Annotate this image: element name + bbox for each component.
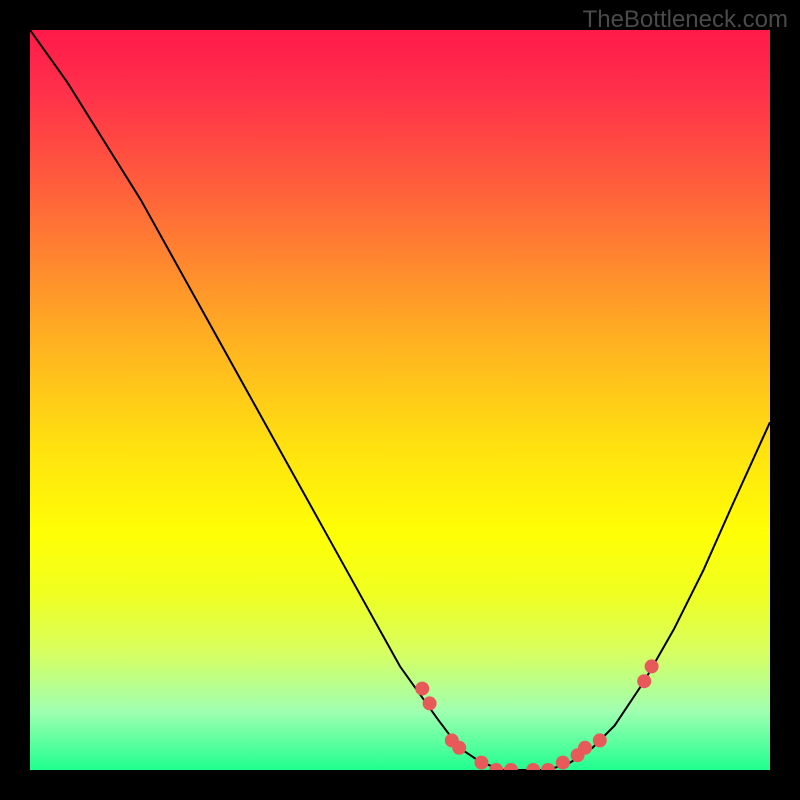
highlight-dot — [541, 763, 555, 770]
bottleneck-curve — [30, 30, 770, 770]
highlight-dot — [526, 763, 540, 770]
highlight-dot — [556, 756, 570, 770]
highlight-dot — [504, 763, 518, 770]
highlight-dot — [489, 763, 503, 770]
curve-svg — [30, 30, 770, 770]
highlight-dot — [645, 659, 659, 673]
highlight-dot — [423, 696, 437, 710]
highlight-dot — [474, 756, 488, 770]
watermark-text: TheBottleneck.com — [583, 6, 788, 34]
chart-container: TheBottleneck.com — [0, 0, 800, 800]
highlight-dot — [593, 733, 607, 747]
highlight-dot — [637, 674, 651, 688]
highlight-dot — [415, 682, 429, 696]
highlight-dot — [578, 741, 592, 755]
highlight-dot — [452, 741, 466, 755]
plot-area — [30, 30, 770, 770]
